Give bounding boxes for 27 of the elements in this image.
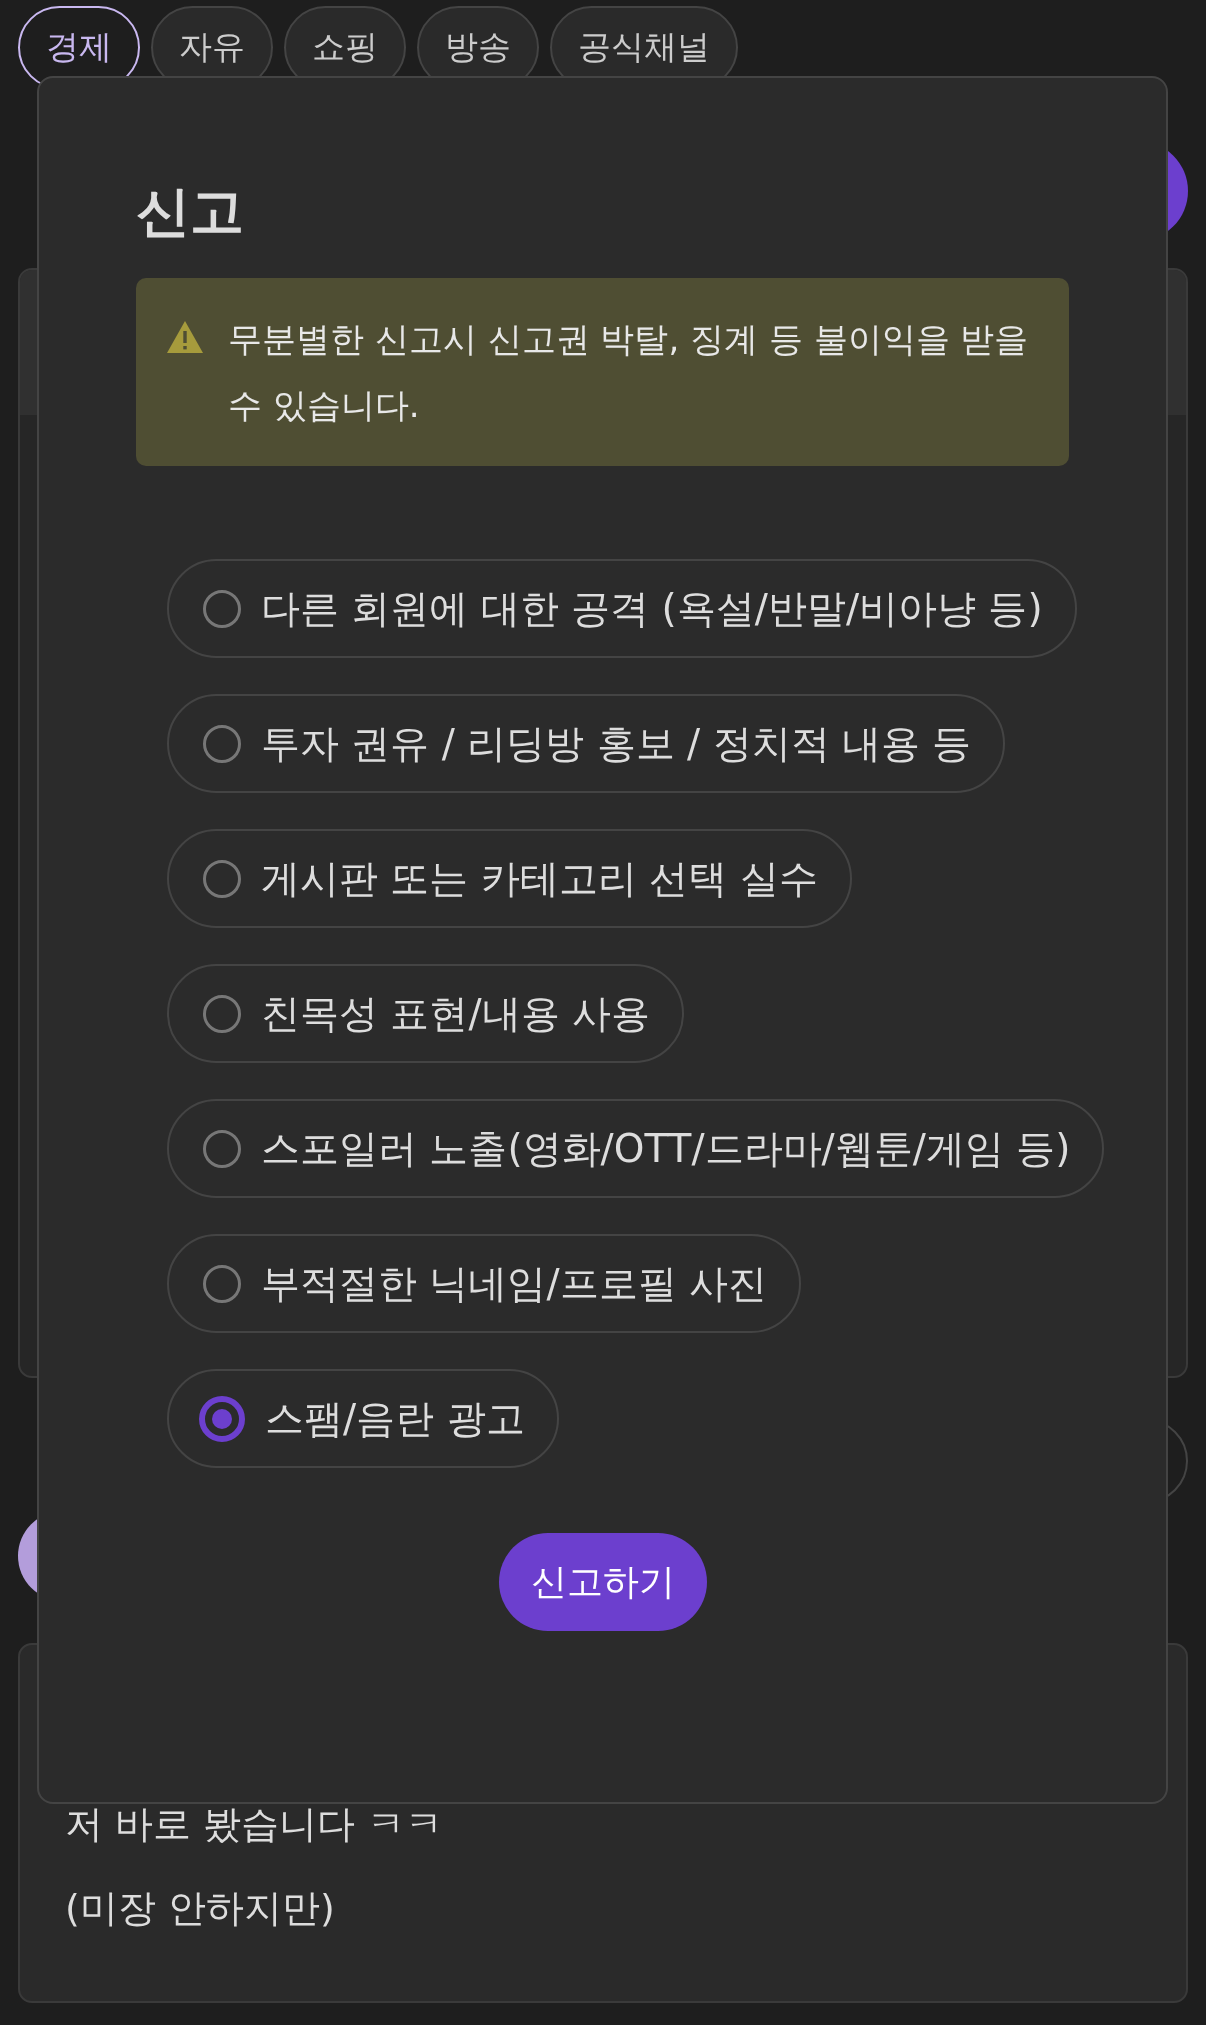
option-label: 투자 권유 / 리딩방 홍보 / 정치적 내용 등 [261, 719, 972, 768]
report-option[interactable]: 친목성 표현/내용 사용 [167, 964, 684, 1063]
radio-button[interactable] [203, 994, 241, 1033]
option-label: 스포일러 노출(영화/OTT/드라마/웹툰/게임 등) [261, 1124, 1071, 1173]
warning-text: 무분별한 신고시 신고권 박탈, 징계 등 불이익을 받을 수 있습니다. [228, 318, 1030, 427]
report-option[interactable]: 스팸/음란 광고 [167, 1369, 559, 1468]
comment-text: (미장 안하지만) [65, 1885, 336, 1932]
comment-text: 저 바로 봤습니다 ㅋㅋ [65, 1801, 445, 1848]
report-option[interactable]: 부적절한 닉네임/프로필 사진 [167, 1234, 801, 1333]
radio-button[interactable] [203, 589, 241, 628]
option-label: 스팸/음란 광고 [265, 1394, 525, 1443]
option-label: 부적절한 닉네임/프로필 사진 [261, 1259, 767, 1308]
report-button[interactable]: 신고하기 [498, 1533, 707, 1631]
report-option[interactable]: 게시판 또는 카테고리 선택 실수 [167, 829, 852, 928]
dialog-title: 신고 [136, 179, 245, 245]
radio-button[interactable] [203, 1129, 241, 1168]
radio-button[interactable] [199, 1395, 245, 1442]
option-label: 다른 회원에 대한 공격 (욕설/반말/비아냥 등) [261, 584, 1043, 633]
option-label: 게시판 또는 카테고리 선택 실수 [261, 854, 818, 903]
report-option[interactable]: 다른 회원에 대한 공격 (욕설/반말/비아냥 등) [167, 559, 1077, 658]
option-label: 친목성 표현/내용 사용 [261, 989, 650, 1038]
radio-button[interactable] [203, 724, 241, 763]
radio-button[interactable] [203, 1264, 241, 1303]
report-option[interactable]: 스포일러 노출(영화/OTT/드라마/웹툰/게임 등) [167, 1099, 1105, 1198]
report-option[interactable]: 투자 권유 / 리딩방 홍보 / 정치적 내용 등 [167, 694, 1006, 793]
radio-button[interactable] [203, 859, 241, 898]
warning-icon [166, 320, 204, 354]
